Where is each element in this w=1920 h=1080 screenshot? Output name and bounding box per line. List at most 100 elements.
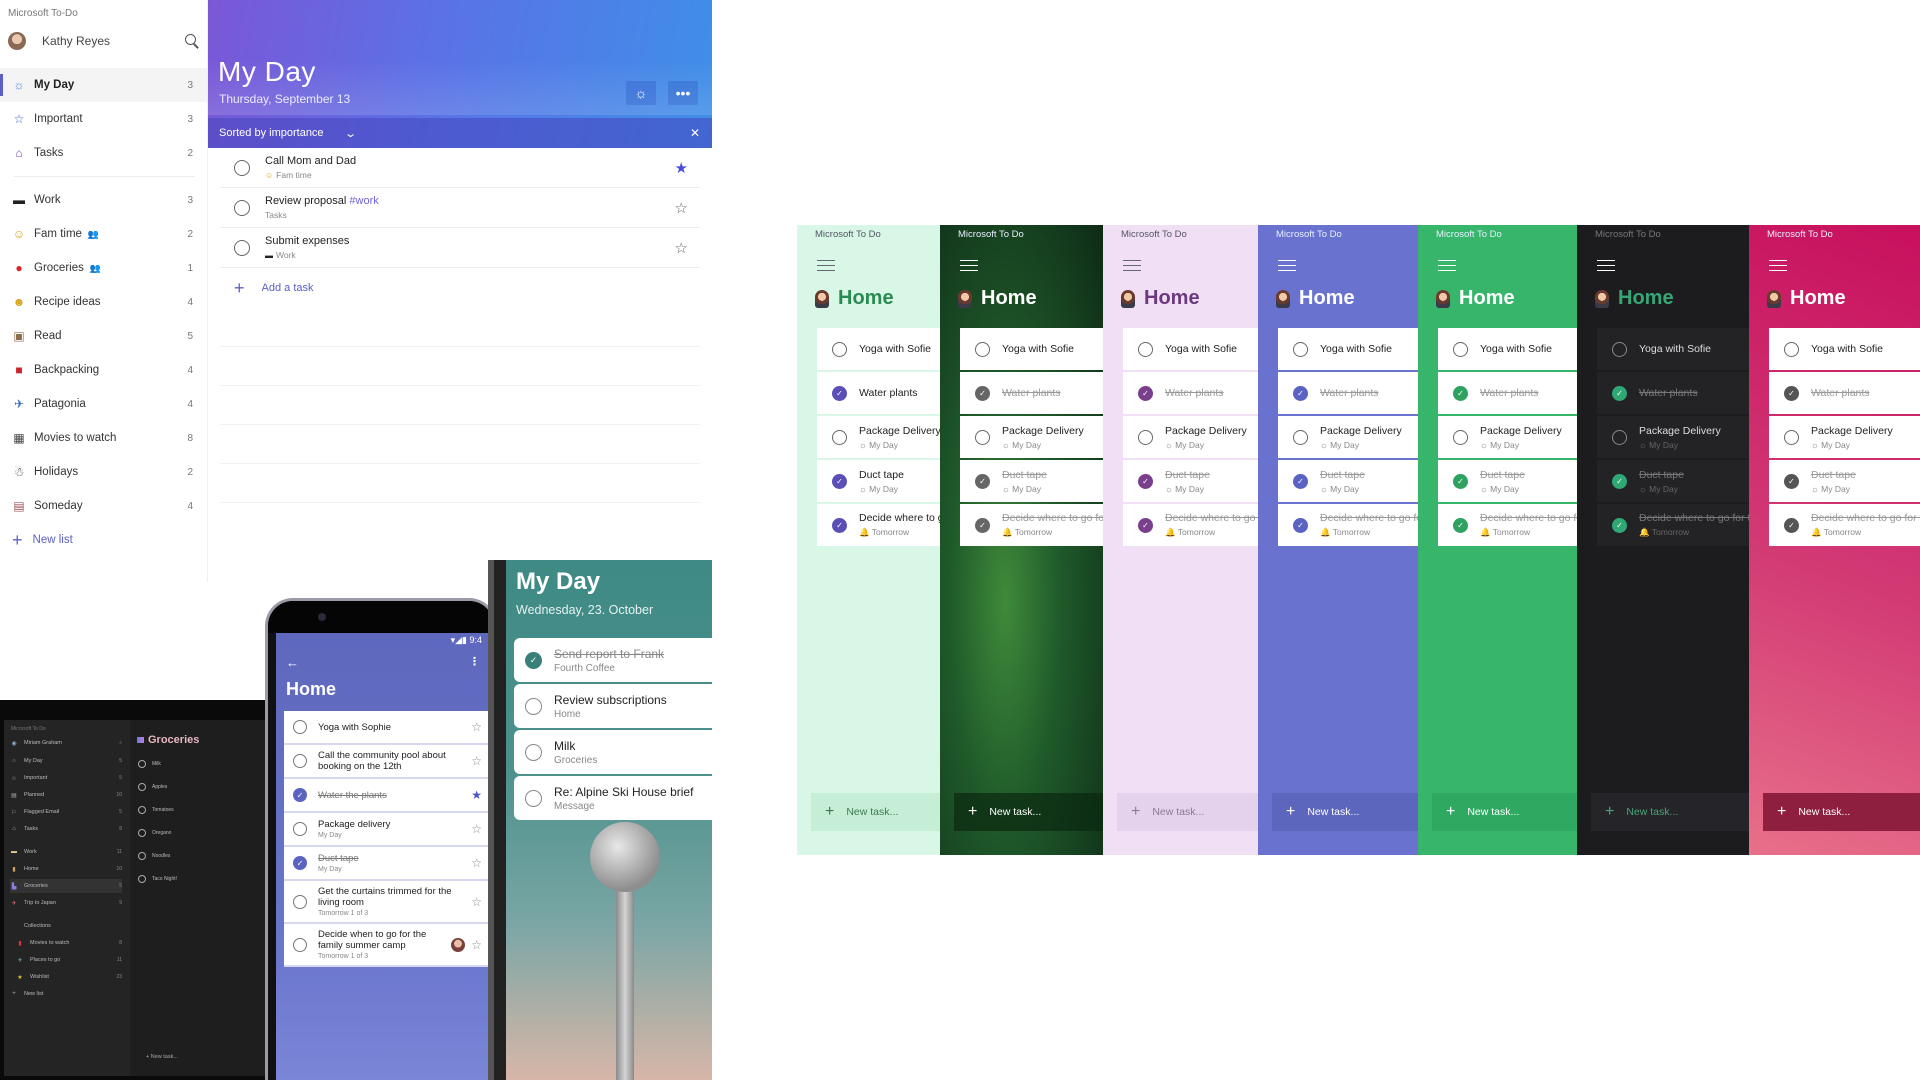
task-row[interactable]: Yoga with Sofie (817, 328, 940, 370)
checked-checkbox[interactable]: ✓ (1293, 473, 1308, 489)
complete-checkbox[interactable] (1784, 341, 1799, 357)
task-row[interactable]: Yoga with Sofie (960, 328, 1103, 370)
complete-checkbox[interactable] (138, 760, 146, 768)
checked-checkbox[interactable]: ✓ (1784, 385, 1799, 401)
complete-checkbox[interactable] (1453, 341, 1468, 357)
complete-checkbox[interactable] (1784, 429, 1799, 445)
sidebar-item[interactable]: + New list (10, 987, 122, 1001)
checked-checkbox[interactable]: ✓ (1784, 473, 1799, 489)
account-row[interactable]: ◉ Miriam Graham ⌕ (10, 736, 122, 750)
task-row[interactable]: ✓ Send report to Frank Fourth Coffee (514, 638, 712, 682)
star-outline-icon[interactable]: ☆ (471, 822, 482, 836)
star-outline-icon[interactable]: ☆ (471, 856, 482, 870)
checked-checkbox[interactable]: ✓ (1612, 473, 1627, 489)
task-row[interactable]: ✓ Water plants (817, 372, 940, 414)
sidebar-item-work[interactable]: ▬ Work 3 (0, 183, 207, 217)
task-row[interactable]: Package Delivery ☼ My Day (817, 416, 940, 458)
complete-checkbox[interactable] (975, 341, 990, 357)
checked-checkbox[interactable]: ✓ (1138, 385, 1153, 401)
complete-checkbox[interactable] (525, 697, 542, 715)
checked-checkbox[interactable]: ✓ (1138, 517, 1153, 533)
task-row[interactable]: ✓ Decide where to go for the 🔔 Tomorrow (1123, 504, 1258, 546)
hamburger-menu-icon[interactable] (1438, 260, 1456, 271)
checked-checkbox[interactable]: ✓ (1293, 385, 1308, 401)
checked-checkbox[interactable]: ✓ (975, 385, 990, 401)
task-row[interactable]: Milk (138, 756, 258, 772)
new-task-button[interactable]: + New task... (146, 1054, 178, 1060)
task-row[interactable]: ✓ Water the plants ★ (284, 779, 488, 813)
checked-checkbox[interactable]: ✓ (1612, 517, 1627, 533)
complete-checkbox[interactable] (293, 937, 307, 952)
task-row[interactable]: ✓ Duct tape ☼ My Day (1769, 460, 1920, 502)
checked-checkbox[interactable]: ✓ (525, 651, 542, 669)
complete-checkbox[interactable] (293, 754, 307, 768)
complete-checkbox[interactable] (832, 341, 847, 357)
complete-checkbox[interactable] (234, 239, 250, 256)
task-row[interactable]: ✓ Decide where to go for the 🔔 Tomorrow (960, 504, 1103, 546)
complete-checkbox[interactable] (293, 822, 307, 836)
task-row[interactable]: Package Delivery ☼ My Day (1597, 416, 1749, 458)
task-row[interactable]: ✓ Decide where to go for the 🔔 Tomorrow (1597, 504, 1749, 546)
sidebar-item[interactable]: ▙ Groceries 5 (10, 879, 122, 893)
close-icon[interactable]: ✕ (690, 126, 700, 140)
checked-checkbox[interactable]: ✓ (1784, 517, 1799, 533)
sidebar-item-recipe-ideas[interactable]: ☻ Recipe ideas 4 (0, 285, 207, 319)
sidebar-item-patagonia[interactable]: ✈ Patagonia 4 (0, 387, 207, 421)
sidebar-item-backpacking[interactable]: ■ Backpacking 4 (0, 353, 207, 387)
task-row[interactable]: Tomatoes (138, 802, 258, 818)
checked-checkbox[interactable]: ✓ (1612, 385, 1627, 401)
sidebar-item-my-day[interactable]: ☼ My Day 3 (0, 68, 207, 102)
task-row[interactable]: ✓ Duct tape ☼ My Day (817, 460, 940, 502)
sidebar-item-tasks[interactable]: ⌂ Tasks 2 (0, 136, 207, 170)
complete-checkbox[interactable] (1138, 341, 1153, 357)
complete-checkbox[interactable] (138, 852, 146, 860)
star-outline-icon[interactable]: ☆ (471, 938, 482, 952)
checked-checkbox[interactable]: ✓ (1293, 517, 1308, 533)
checked-checkbox[interactable]: ✓ (975, 517, 990, 533)
new-task-button[interactable]: + New task... (1432, 793, 1577, 831)
task-row[interactable]: Yoga with Sofie (1438, 328, 1577, 370)
search-icon[interactable]: ⌕ (119, 740, 122, 746)
complete-checkbox[interactable] (1138, 429, 1153, 445)
task-row[interactable]: ✓ Duct tape ☼ My Day (1123, 460, 1258, 502)
sidebar-item[interactable]: ▮ Home 10 (10, 862, 122, 876)
new-task-button[interactable]: + New task... (1763, 793, 1920, 831)
task-row[interactable]: Package Delivery ☼ My Day (1278, 416, 1418, 458)
task-row[interactable]: Re: Alpine Ski House brief Message (514, 776, 712, 820)
task-row[interactable]: Decide when to go for the family summer … (284, 924, 488, 967)
sidebar-item-read[interactable]: ▣ Read 5 (0, 319, 207, 353)
task-row[interactable]: Call the community pool about booking on… (284, 745, 488, 779)
complete-checkbox[interactable] (234, 159, 250, 176)
account-row[interactable]: Kathy Reyes (8, 30, 200, 52)
star-outline-icon[interactable]: ☆ (471, 720, 482, 734)
star-outline-icon[interactable]: ☆ (471, 754, 482, 768)
complete-checkbox[interactable] (975, 429, 990, 445)
sidebar-item[interactable]: Collections (10, 919, 122, 933)
checked-checkbox[interactable]: ✓ (1453, 385, 1468, 401)
complete-checkbox[interactable] (138, 875, 146, 883)
sort-label[interactable]: Sorted by importance (219, 127, 324, 139)
task-row[interactable]: ✓ Decide where to go for the 🔔 Tomorrow (1769, 504, 1920, 546)
sidebar-item[interactable]: ☼ My Day 5 (10, 754, 122, 768)
task-row[interactable]: ✓ Water plants (1278, 372, 1418, 414)
task-row[interactable]: Review subscriptions Home (514, 684, 712, 728)
star-outline-icon[interactable]: ☆ (471, 895, 482, 909)
complete-checkbox[interactable] (234, 199, 250, 216)
task-row[interactable]: ✓ Water plants (1769, 372, 1920, 414)
sidebar-item[interactable]: ☆ Important 5 (10, 771, 122, 785)
task-row[interactable]: Milk Groceries (514, 730, 712, 774)
hamburger-menu-icon[interactable] (960, 260, 978, 271)
task-row[interactable]: Package delivery My Day ☆ (284, 813, 488, 847)
complete-checkbox[interactable] (832, 429, 847, 445)
complete-checkbox[interactable] (293, 720, 307, 734)
hamburger-menu-icon[interactable] (1769, 260, 1787, 271)
task-row[interactable]: ✓ Water plants (960, 372, 1103, 414)
complete-checkbox[interactable] (525, 743, 542, 761)
sidebar-item[interactable]: ▤ Planned 10 (10, 788, 122, 802)
complete-checkbox[interactable] (138, 829, 146, 837)
task-row[interactable]: Apples (138, 779, 258, 795)
task-row[interactable]: ✓ Decide where to go for the 🔔 Tomorrow (1438, 504, 1577, 546)
task-row[interactable]: Oregano (138, 825, 258, 841)
sidebar-item[interactable]: ✈ Trip to Japan 9 (10, 896, 122, 910)
checked-checkbox[interactable]: ✓ (293, 856, 307, 870)
